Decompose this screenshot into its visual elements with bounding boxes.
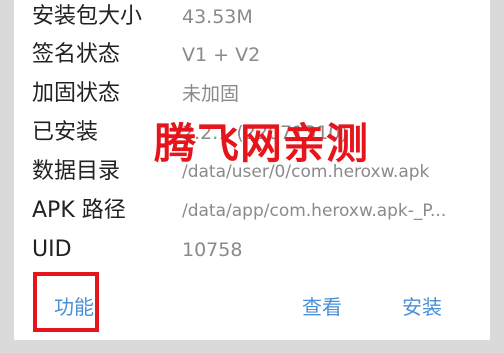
watermark-text: 腾飞网亲测 — [154, 119, 370, 168]
row-label: 签名状态 — [32, 42, 121, 67]
row-label: 数据目录 — [32, 159, 121, 184]
row-label: APK 路径 — [32, 198, 126, 223]
row-value: 43.53M — [182, 6, 253, 28]
row-value: 未加固 — [182, 83, 240, 105]
install-button[interactable]: 安装 — [402, 290, 442, 324]
function-button[interactable]: 功能 — [54, 290, 94, 324]
row-label: 安装包大小 — [32, 4, 143, 29]
apk-info-dialog: 安装包大小 43.53M 签名状态 V1 + V2 加固状态 未加固 已安装 2… — [14, 0, 490, 340]
view-button[interactable]: 查看 — [302, 290, 342, 324]
row-value: V1 + V2 — [182, 44, 261, 66]
row-apk-path: APK 路径 /data/app/com.heroxw.apk-_P... — [32, 196, 482, 226]
screen: 安装包大小 43.53M 签名状态 V1 + V2 加固状态 未加固 已安装 2… — [0, 0, 504, 353]
row-label: 已安装 — [32, 120, 99, 145]
row-label: 加固状态 — [32, 81, 121, 106]
row-label: UID — [32, 237, 72, 262]
row-value: /data/app/com.heroxw.apk-_P... — [182, 201, 447, 221]
row-value: 10758 — [182, 239, 243, 261]
row-package-size: 安装包大小 43.53M — [32, 2, 482, 32]
row-hardening-status: 加固状态 未加固 — [32, 79, 482, 109]
row-signature-status: 签名状态 V1 + V2 — [32, 40, 482, 70]
row-uid: UID 10758 — [32, 235, 482, 265]
